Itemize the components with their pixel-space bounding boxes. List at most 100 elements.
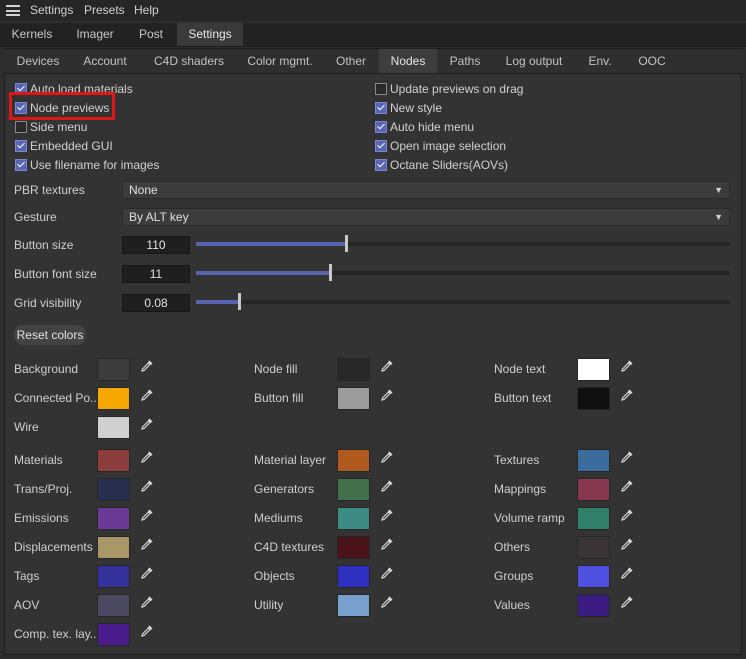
color-swatch-utility[interactable] xyxy=(337,594,370,617)
checkbox-box[interactable] xyxy=(375,102,387,114)
color-swatch-textures[interactable] xyxy=(577,449,610,472)
reset-colors-button[interactable]: Reset colors xyxy=(14,325,86,345)
color-swatch-others[interactable] xyxy=(577,536,610,559)
eyedropper-icon[interactable] xyxy=(620,479,634,493)
checkbox-box[interactable] xyxy=(375,83,387,95)
color-swatch-values[interactable] xyxy=(577,594,610,617)
button-size-input[interactable]: 110 xyxy=(122,236,190,254)
tab-ooc[interactable]: OOC xyxy=(628,49,676,73)
eyedropper-icon[interactable] xyxy=(620,450,634,464)
tab-c4d-shaders[interactable]: C4D shaders xyxy=(144,49,234,73)
eyedropper-icon[interactable] xyxy=(140,537,154,551)
color-swatch-volume-ramp[interactable] xyxy=(577,507,610,530)
button-font-size-slider[interactable] xyxy=(196,264,730,281)
color-swatch-node-fill[interactable] xyxy=(337,358,370,381)
eyedropper-icon[interactable] xyxy=(620,595,634,609)
color-swatch-materials[interactable] xyxy=(97,449,130,472)
color-swatch-groups[interactable] xyxy=(577,565,610,588)
color-swatch-emissions[interactable] xyxy=(97,507,130,530)
button-size-slider[interactable] xyxy=(196,235,730,252)
color-swatch-connected-po[interactable] xyxy=(97,387,130,410)
slider-handle[interactable] xyxy=(237,293,241,310)
menu-help[interactable]: Help xyxy=(134,3,159,17)
eyedropper-icon[interactable] xyxy=(380,566,394,580)
checkbox-box[interactable] xyxy=(375,140,387,152)
eyedropper-icon[interactable] xyxy=(620,537,634,551)
tab-settings[interactable]: Settings xyxy=(177,23,243,46)
color-label-others: Others xyxy=(494,540,531,554)
color-swatch-node-text[interactable] xyxy=(577,358,610,381)
eyedropper-icon[interactable] xyxy=(620,566,634,580)
hamburger-icon[interactable] xyxy=(6,5,20,16)
tab-imager[interactable]: Imager xyxy=(66,23,124,46)
pbr-textures-dropdown[interactable]: None ▼ xyxy=(122,181,730,199)
color-swatch-material-layer[interactable] xyxy=(337,449,370,472)
eyedropper-icon[interactable] xyxy=(140,566,154,580)
color-label-button-text: Button text xyxy=(494,391,552,405)
eyedropper-icon[interactable] xyxy=(620,359,634,373)
color-swatch-c4d-textures[interactable] xyxy=(337,536,370,559)
color-swatch-background[interactable] xyxy=(97,358,130,381)
grid-visibility-input[interactable]: 0.08 xyxy=(122,294,190,312)
color-swatch-generators[interactable] xyxy=(337,478,370,501)
tab-nodes[interactable]: Nodes xyxy=(379,49,437,73)
eyedropper-icon[interactable] xyxy=(140,388,154,402)
eyedropper-icon[interactable] xyxy=(140,450,154,464)
eyedropper-icon[interactable] xyxy=(380,450,394,464)
tab-other[interactable]: Other xyxy=(326,49,376,73)
checkbox-box[interactable] xyxy=(15,140,27,152)
eyedropper-icon[interactable] xyxy=(380,359,394,373)
eyedropper-icon[interactable] xyxy=(140,479,154,493)
color-swatch-mediums[interactable] xyxy=(337,507,370,530)
tab-post[interactable]: Post xyxy=(128,23,174,46)
checkbox-label: Side menu xyxy=(30,120,88,134)
color-swatch-button-text[interactable] xyxy=(577,387,610,410)
color-swatch-wire[interactable] xyxy=(97,416,130,439)
button-font-size-input[interactable]: 11 xyxy=(122,265,190,283)
menu-presets[interactable]: Presets xyxy=(84,3,125,17)
gesture-dropdown[interactable]: By ALT key ▼ xyxy=(122,208,730,226)
eyedropper-icon[interactable] xyxy=(380,508,394,522)
checkbox-box[interactable] xyxy=(15,121,27,133)
eyedropper-icon[interactable] xyxy=(380,388,394,402)
color-label-c4d-textures: C4D textures xyxy=(254,540,325,554)
eyedropper-icon[interactable] xyxy=(140,595,154,609)
color-label-volume-ramp: Volume ramp xyxy=(494,511,565,525)
eyedropper-icon[interactable] xyxy=(380,595,394,609)
eyedropper-icon[interactable] xyxy=(140,508,154,522)
tab-log-output[interactable]: Log output xyxy=(496,49,572,73)
tab-kernels[interactable]: Kernels xyxy=(4,23,60,46)
eyedropper-icon[interactable] xyxy=(140,624,154,638)
slider-handle[interactable] xyxy=(344,235,348,252)
color-swatch-displacements[interactable] xyxy=(97,536,130,559)
checkbox-box[interactable] xyxy=(15,159,27,171)
grid-visibility-slider[interactable] xyxy=(196,293,730,310)
slider-handle[interactable] xyxy=(328,264,332,281)
color-swatch-mappings[interactable] xyxy=(577,478,610,501)
grid-visibility-label: Grid visibility xyxy=(14,296,82,310)
color-swatch-objects[interactable] xyxy=(337,565,370,588)
eyedropper-icon[interactable] xyxy=(620,388,634,402)
eyedropper-icon[interactable] xyxy=(380,479,394,493)
checkbox-label: New style xyxy=(390,101,443,115)
pbr-textures-label: PBR textures xyxy=(14,183,85,197)
eyedropper-icon[interactable] xyxy=(140,417,154,431)
settings-tab-bar: Devices Account C4D shaders Color mgmt. … xyxy=(4,49,742,74)
tab-account[interactable]: Account xyxy=(74,49,136,73)
color-label-button-fill: Button fill xyxy=(254,391,304,405)
color-swatch-trans-proj[interactable] xyxy=(97,478,130,501)
tab-env[interactable]: Env. xyxy=(580,49,620,73)
eyedropper-icon[interactable] xyxy=(620,508,634,522)
color-swatch-button-fill[interactable] xyxy=(337,387,370,410)
color-swatch-tags[interactable] xyxy=(97,565,130,588)
tab-devices[interactable]: Devices xyxy=(8,49,68,73)
color-swatch-aov[interactable] xyxy=(97,594,130,617)
tab-paths[interactable]: Paths xyxy=(440,49,490,73)
color-swatch-comp-tex-lay[interactable] xyxy=(97,623,130,646)
eyedropper-icon[interactable] xyxy=(140,359,154,373)
menu-settings[interactable]: Settings xyxy=(30,3,73,17)
checkbox-box[interactable] xyxy=(375,121,387,133)
eyedropper-icon[interactable] xyxy=(380,537,394,551)
tab-color-mgmt[interactable]: Color mgmt. xyxy=(240,49,320,73)
checkbox-box[interactable] xyxy=(375,159,387,171)
